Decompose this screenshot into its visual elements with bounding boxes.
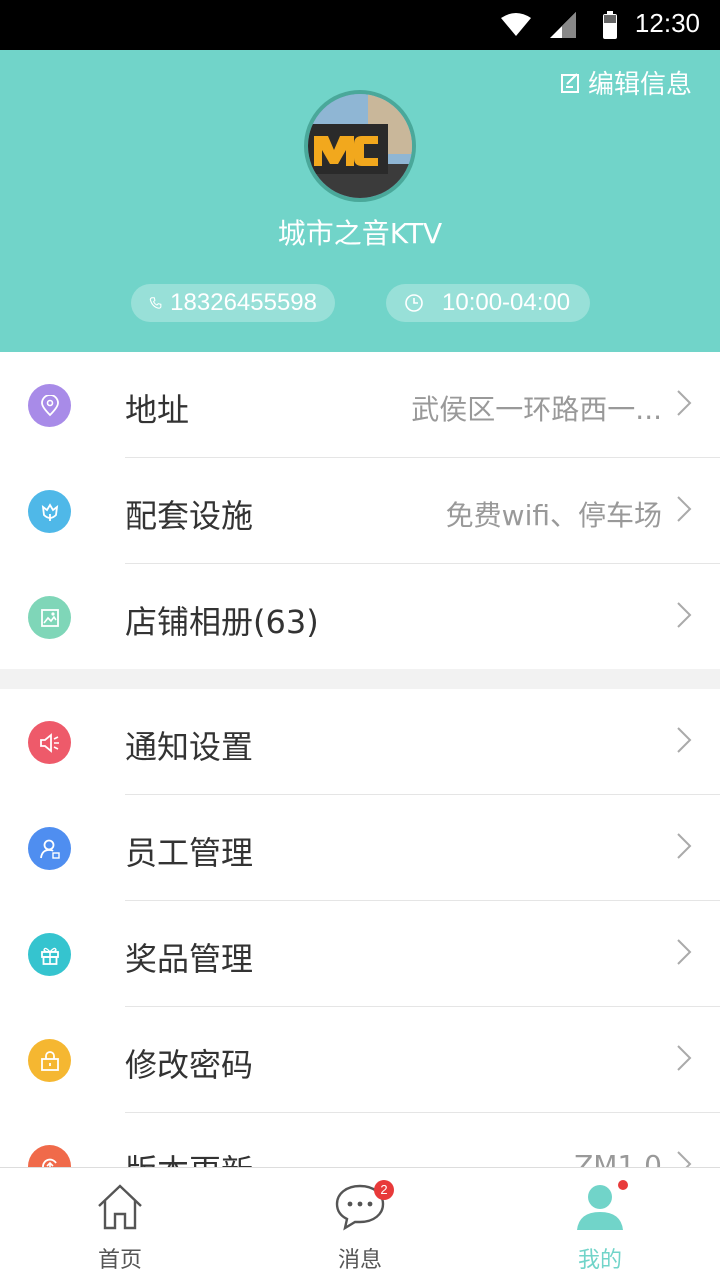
location-icon	[28, 384, 71, 427]
settings-list: 通知设置 员工管理 奖品管理 修改密码 版本更新 ZM1.0	[0, 689, 720, 1169]
row-version-update[interactable]: 版本更新 ZM1.0	[0, 1113, 720, 1169]
row-album[interactable]: 店铺相册(63)	[0, 564, 720, 670]
phone-icon	[149, 297, 162, 309]
tab-messages[interactable]: 消息	[240, 1168, 480, 1280]
lock-icon	[28, 1039, 71, 1082]
tab-label: 我的	[577, 1248, 622, 1273]
notification-icon	[28, 721, 71, 764]
chevron-right-icon	[677, 833, 692, 859]
row-facilities[interactable]: 配套设施 免费wifi、停车场	[0, 458, 720, 564]
chevron-right-icon	[677, 1045, 692, 1071]
clock-icon	[405, 294, 423, 312]
row-label: 配套设施	[125, 497, 254, 535]
clock: 12:30	[634, 8, 700, 38]
chevron-right-icon	[677, 602, 692, 628]
home-icon	[98, 1184, 142, 1230]
album-icon	[28, 596, 71, 639]
tab-mine[interactable]: 我的	[480, 1168, 720, 1280]
chevron-right-icon	[677, 390, 692, 416]
business-hours: 10:00-04:00	[442, 289, 571, 316]
chevron-right-icon	[677, 727, 692, 753]
row-change-password[interactable]: 修改密码	[0, 1007, 720, 1113]
shop-info-list: 地址 武侯区一环路西一... 配套设施 免费wifi、停车场 店铺相册(63)	[0, 352, 720, 669]
staff-icon	[28, 827, 71, 870]
row-label: 店铺相册(63)	[125, 603, 319, 641]
chevron-right-icon	[677, 496, 692, 522]
row-address[interactable]: 地址 武侯区一环路西一...	[0, 352, 720, 458]
row-label: 奖品管理	[125, 940, 254, 978]
row-label: 修改密码	[125, 1046, 254, 1084]
gift-icon	[28, 933, 71, 976]
message-count-badge: 2	[374, 1180, 394, 1200]
tab-label: 首页	[97, 1248, 142, 1273]
edit-info-label: 编辑信息	[587, 70, 692, 100]
tab-home[interactable]: 首页	[0, 1168, 240, 1280]
phone-badge[interactable]: 18326455598	[131, 284, 335, 322]
phone-number: 18326455598	[170, 289, 317, 316]
signal-icon	[550, 12, 576, 38]
row-label: 地址	[125, 391, 190, 429]
status-bar: 12:30	[0, 0, 720, 50]
shop-name: 城市之音KTV	[277, 217, 443, 250]
wifi-icon	[501, 13, 531, 36]
row-notification-settings[interactable]: 通知设置	[0, 689, 720, 795]
row-prize-management[interactable]: 奖品管理	[0, 901, 720, 1007]
row-staff-management[interactable]: 员工管理	[0, 795, 720, 901]
facilities-icon	[28, 490, 71, 533]
hours-badge: 10:00-04:00	[386, 284, 590, 322]
tab-label: 消息	[337, 1248, 382, 1273]
battery-icon	[603, 11, 617, 39]
bottom-tab-bar: 首页 消息 我的 2	[0, 1167, 720, 1280]
notification-dot	[618, 1180, 628, 1190]
shop-avatar[interactable]	[304, 90, 416, 202]
chevron-right-icon	[677, 939, 692, 965]
update-icon	[28, 1145, 71, 1169]
version-value: ZM1.0	[574, 1149, 662, 1169]
shop-logo-image	[308, 94, 412, 198]
shop-header: 编辑信息 城市之音KTV 18326455598 10:00-04:00	[0, 50, 720, 352]
edit-info-button[interactable]: 编辑信息	[560, 64, 692, 101]
row-label: 员工管理	[125, 834, 254, 872]
address-value: 武侯区一环路西一...	[411, 393, 662, 426]
row-label: 通知设置	[125, 728, 254, 766]
user-icon	[577, 1185, 623, 1230]
edit-icon	[560, 72, 579, 93]
row-label: 版本更新	[125, 1146, 253, 1169]
facilities-value: 免费wifi、停车场	[445, 499, 662, 532]
